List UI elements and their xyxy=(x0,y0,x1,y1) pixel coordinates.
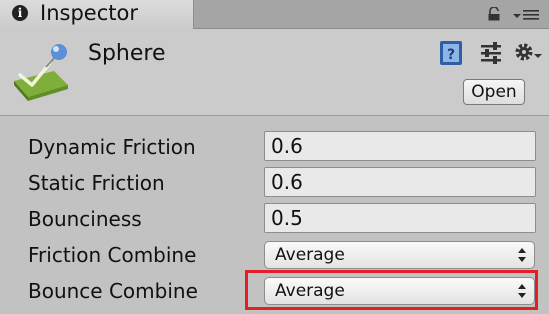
bounciness-field[interactable]: 0.5 xyxy=(264,203,536,233)
property-label: Dynamic Friction xyxy=(28,135,196,159)
menu-icon[interactable] xyxy=(512,8,540,22)
physic-material-icon xyxy=(14,44,68,101)
tab-label: Inspector xyxy=(40,1,138,25)
object-name: Sphere xyxy=(88,41,166,66)
tab-bar: i Inspector xyxy=(0,0,549,29)
property-bounciness: Bounciness 0.5 xyxy=(0,201,549,237)
dropdown-arrows-icon xyxy=(518,248,526,262)
property-friction-combine: Friction Combine Average xyxy=(0,237,549,273)
inspector-header: Sphere ? Open xyxy=(0,29,549,116)
property-label: Static Friction xyxy=(28,171,165,195)
tab-inspector[interactable]: i Inspector xyxy=(0,0,194,29)
info-icon: i xyxy=(12,5,28,21)
preset-icon[interactable] xyxy=(479,41,503,65)
dynamic-friction-field[interactable]: 0.6 xyxy=(264,131,536,161)
lock-icon[interactable] xyxy=(487,7,501,21)
property-dynamic-friction: Dynamic Friction 0.6 xyxy=(0,129,549,165)
dropdown-arrows-icon xyxy=(518,284,526,298)
svg-text:?: ? xyxy=(447,47,455,63)
dropdown-value: Average xyxy=(275,281,345,301)
friction-combine-dropdown[interactable]: Average xyxy=(264,241,535,269)
property-static-friction: Static Friction 0.6 xyxy=(0,165,549,201)
property-label: Bounciness xyxy=(28,207,142,231)
dropdown-value: Average xyxy=(275,245,345,265)
open-button[interactable]: Open xyxy=(463,79,525,105)
bounce-combine-dropdown[interactable]: Average xyxy=(264,277,535,305)
property-label: Bounce Combine xyxy=(28,279,198,303)
property-bounce-combine: Bounce Combine Average xyxy=(0,273,549,309)
property-label: Friction Combine xyxy=(28,243,197,267)
static-friction-field[interactable]: 0.6 xyxy=(264,167,536,197)
help-icon[interactable]: ? xyxy=(439,40,463,66)
gear-icon[interactable] xyxy=(513,41,543,65)
